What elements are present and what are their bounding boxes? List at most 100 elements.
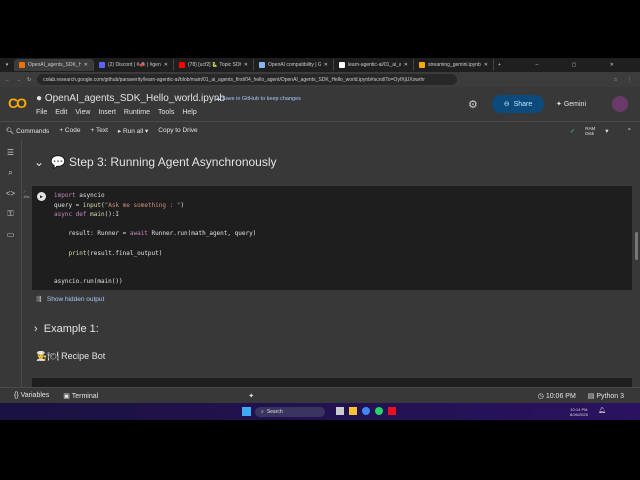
colab-header: CO ● OpenAI_agents_SDK_Hello_world.ipynb… bbox=[0, 87, 640, 121]
whatsapp-icon[interactable] bbox=[375, 407, 383, 415]
browser-tab[interactable]: (78) [ucf2] 🐍 Topic SDK_Run✕ bbox=[174, 59, 254, 71]
taskbar-clock[interactable]: 10:14 PM 8/26/2025 bbox=[570, 407, 588, 417]
github-icon: ● bbox=[36, 93, 43, 104]
url-input[interactable]: colab.research.google.com/github/panaver… bbox=[37, 74, 458, 85]
colab-logo: CO bbox=[8, 95, 27, 111]
new-tab-button[interactable]: + bbox=[498, 62, 501, 68]
close-tab-icon[interactable]: ✕ bbox=[244, 62, 248, 68]
taskbar-search[interactable]: ⌕ Search bbox=[255, 407, 325, 417]
show-hidden-output-link[interactable]: ⇶ Show hidden output bbox=[36, 295, 104, 303]
notebook-toolbar: 🔍︎ Commands + Code + Text ▸ Run all ▾ Co… bbox=[0, 121, 640, 139]
chrome-icon[interactable] bbox=[362, 407, 370, 415]
notebook-scrollbar[interactable] bbox=[635, 232, 638, 260]
resources-indicator[interactable]: RAM Disk bbox=[585, 126, 595, 136]
terminal-icon: ▣ bbox=[63, 392, 70, 400]
output-collapse-icon: ⇶ bbox=[36, 296, 42, 303]
close-tab-icon[interactable]: ✕ bbox=[484, 62, 488, 68]
notebook-title[interactable]: ● OpenAI_agents_SDK_Hello_world.ipynb bbox=[36, 93, 225, 104]
browser-tab[interactable]: (2) Discord | #📣 | #general✕ bbox=[94, 59, 174, 71]
plate-emoji-icon: 🍽 bbox=[47, 351, 59, 361]
menu-file[interactable]: File bbox=[36, 109, 47, 116]
app-icon[interactable] bbox=[388, 407, 396, 415]
search-icon[interactable]: ⌕ bbox=[8, 168, 12, 178]
run-cell-button[interactable]: ▶ bbox=[37, 192, 46, 201]
tab-favicon-icon bbox=[99, 62, 105, 68]
menu-view[interactable]: View bbox=[75, 109, 90, 116]
gemini-button[interactable]: ✦ Gemini bbox=[556, 100, 586, 108]
code-cell-next[interactable] bbox=[32, 378, 632, 387]
windows-start-icon[interactable] bbox=[242, 407, 251, 416]
recipe-bot-heading: 👨‍🍳🍽 Recipe Bot bbox=[36, 351, 106, 361]
exec-status: ✓ 16s bbox=[23, 189, 30, 199]
collapse-chevron-icon[interactable]: ⌄ bbox=[34, 155, 44, 169]
section-heading-step3: ⌄ 💬 Step 3: Running Agent Asynchronously bbox=[34, 155, 277, 169]
add-text-button[interactable]: + Text bbox=[90, 127, 107, 134]
terminal-button[interactable]: ▣ Terminal bbox=[63, 392, 98, 400]
menu-runtime[interactable]: Runtime bbox=[124, 109, 150, 116]
notification-bell-icon[interactable]: 🔔︎ bbox=[598, 407, 606, 414]
share-button[interactable]: ⊖ Share bbox=[492, 95, 544, 113]
windows-taskbar: ⌕ Search 10:14 PM 8/26/2025 🔔︎ bbox=[0, 403, 640, 420]
browser-tab[interactable]: OpenAI_agents_SDK_Hello_wo✕ bbox=[14, 59, 94, 71]
window-controls[interactable]: – ▢ ✕ bbox=[536, 62, 630, 68]
menu-tools[interactable]: Tools bbox=[158, 109, 174, 116]
taskbar-apps bbox=[336, 407, 396, 415]
browser-menu-icon[interactable]: ⋮ bbox=[627, 77, 632, 83]
add-code-button[interactable]: + Code bbox=[59, 127, 80, 134]
code-content[interactable]: import asyncio query = input("Ask me som… bbox=[54, 191, 256, 287]
reload-icon[interactable]: ↻ bbox=[27, 77, 31, 83]
close-tab-icon[interactable]: ✕ bbox=[404, 62, 408, 68]
tab-favicon-icon bbox=[179, 62, 185, 68]
toc-icon[interactable]: ☰ bbox=[7, 148, 14, 157]
section-heading-example1: › Example 1: bbox=[34, 323, 99, 335]
browser-tab[interactable]: learn-agentic-ai/01_ai_agents✕ bbox=[334, 59, 414, 71]
forward-icon[interactable]: → bbox=[16, 77, 21, 83]
connected-check-icon: ✓ bbox=[569, 127, 576, 135]
runtime-dropdown-icon[interactable]: ▾ bbox=[605, 127, 608, 135]
copy-to-drive-button[interactable]: Copy to Drive bbox=[158, 127, 197, 134]
code-cell[interactable]: ▶ import asyncio query = input("Ask me s… bbox=[32, 186, 632, 290]
gemini-sparkle-icon: ✦ bbox=[556, 101, 562, 108]
browser-tab[interactable]: streaming_gemini.ipynb - Colab✕ bbox=[414, 59, 494, 71]
tab-favicon-icon bbox=[19, 62, 25, 68]
secrets-key-icon[interactable]: ⚿ bbox=[7, 209, 13, 219]
search-icon: ⌕ bbox=[261, 409, 264, 415]
menu-bar: File Edit View Insert Runtime Tools Help bbox=[36, 109, 197, 116]
file-explorer-icon[interactable] bbox=[349, 407, 357, 415]
gemini-status-icon[interactable]: ✦ bbox=[248, 392, 254, 400]
variables-button[interactable]: {} Variables bbox=[14, 392, 49, 399]
menu-help[interactable]: Help bbox=[182, 109, 196, 116]
bookmark-star-icon[interactable]: ☆ bbox=[613, 77, 617, 83]
back-icon[interactable]: ← bbox=[5, 77, 10, 83]
user-avatar[interactable] bbox=[612, 96, 628, 112]
collapse-header-icon[interactable]: ⌃ bbox=[627, 127, 632, 135]
status-bar: {} Variables ▣ Terminal ✦ ◷ 10:06 PM ▤ P… bbox=[0, 387, 640, 403]
speech-bubble-icon: 💬 bbox=[50, 155, 66, 169]
browser-tab[interactable]: OpenAI compatibility | Gemini✕ bbox=[254, 59, 334, 71]
menu-insert[interactable]: Insert bbox=[98, 109, 116, 116]
tab-search-icon[interactable]: ▾ bbox=[0, 62, 14, 68]
left-sidebar: ☰ ⌕ <> ⚿ ▭ bbox=[0, 139, 22, 387]
menu-edit[interactable]: Edit bbox=[55, 109, 67, 116]
run-all-button[interactable]: ▸ Run all ▾ bbox=[118, 127, 148, 135]
save-in-github-link[interactable]: ☁ Save in GitHub to keep changes bbox=[215, 96, 301, 102]
tab-favicon-icon bbox=[259, 62, 265, 68]
browser-tab-bar: ▾ OpenAI_agents_SDK_Hello_wo✕(2) Discord… bbox=[0, 58, 640, 72]
collapse-chevron-icon[interactable]: › bbox=[34, 323, 38, 335]
close-tab-icon[interactable]: ✕ bbox=[84, 62, 88, 68]
settings-gear-icon[interactable]: ⚙ bbox=[468, 98, 478, 111]
code-snippets-icon[interactable]: <> bbox=[6, 189, 15, 198]
runtime-type[interactable]: ▤ Python 3 bbox=[588, 392, 624, 400]
search-icon: 🔍︎ bbox=[6, 127, 15, 135]
files-folder-icon[interactable]: ▭ bbox=[7, 230, 15, 239]
task-view-icon[interactable] bbox=[336, 407, 344, 415]
commands-button[interactable]: 🔍︎ Commands bbox=[6, 127, 49, 135]
tab-favicon-icon bbox=[419, 62, 425, 68]
close-tab-icon[interactable]: ✕ bbox=[164, 62, 168, 68]
address-bar-row: ← → ↻ colab.research.google.com/github/p… bbox=[0, 72, 640, 87]
cloud-off-icon: ☁ bbox=[215, 96, 221, 102]
chef-emoji-icon: 👨‍🍳 bbox=[36, 351, 48, 361]
share-icon: ⊖ bbox=[503, 101, 510, 108]
close-tab-icon[interactable]: ✕ bbox=[324, 62, 328, 68]
last-run-time[interactable]: ◷ 10:06 PM bbox=[538, 392, 576, 400]
